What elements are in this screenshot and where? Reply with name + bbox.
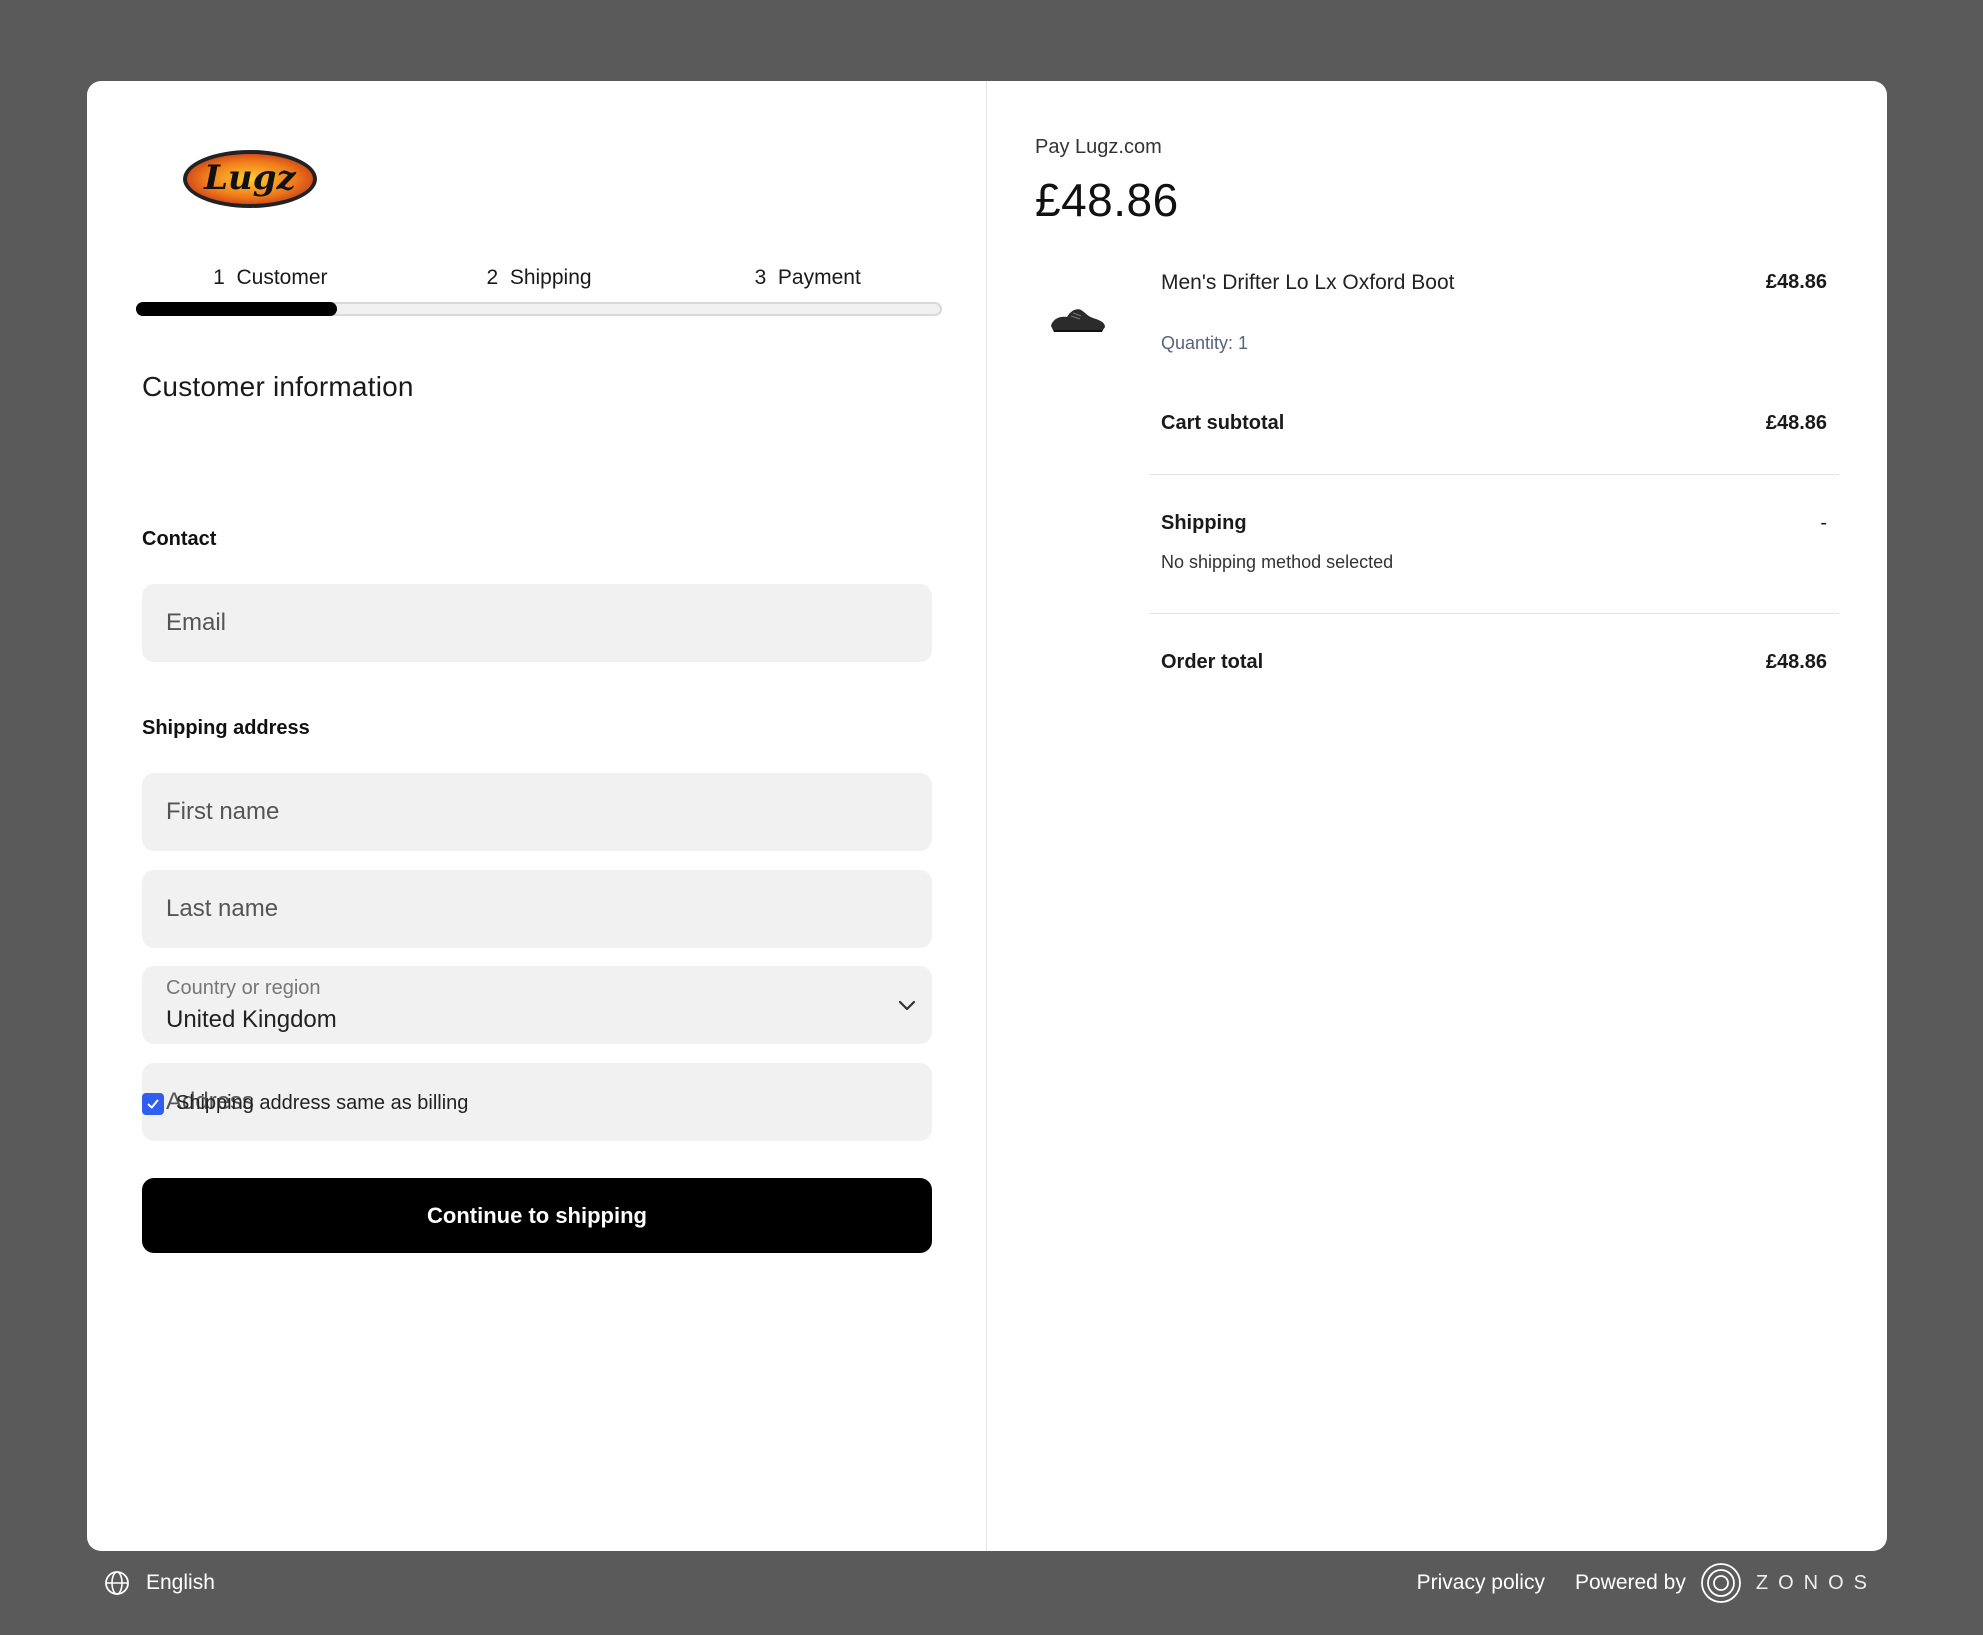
product-name: Men's Drifter Lo Lx Oxford Boot xyxy=(1161,271,1455,294)
last-name-placeholder: Last name xyxy=(166,895,279,922)
last-name-field[interactable]: Last name xyxy=(142,870,932,948)
svg-text:Lugz: Lugz xyxy=(203,158,296,198)
country-label: Country or region xyxy=(166,976,321,999)
total-label: Order total xyxy=(1161,651,1264,673)
same-as-billing-label: Shipping address same as billing xyxy=(176,1092,469,1114)
boot-product-image xyxy=(1051,309,1105,332)
step-customer[interactable]: 1 Customer xyxy=(136,266,405,294)
contact-label: Contact xyxy=(142,528,217,550)
divider xyxy=(1149,474,1839,475)
first-name-field[interactable]: First name xyxy=(142,773,932,851)
footer-links: Privacy policy Powered by ZONOS xyxy=(1417,1562,1877,1604)
product-price: £48.86 xyxy=(1765,271,1827,293)
language-label: English xyxy=(146,1571,215,1594)
product-row: Men's Drifter Lo Lx Oxford Boot £48.86 xyxy=(1161,271,1827,295)
shipping-label: Shipping xyxy=(1161,512,1247,534)
shipping-value: - xyxy=(1820,512,1827,534)
first-name-placeholder: First name xyxy=(166,798,280,825)
checkout-stepper: 1 Customer 2 Shipping 3 Payment xyxy=(136,266,942,316)
order-summary-panel: Pay Lugz.com £48.86 Men's Drifter Lo Lx … xyxy=(987,81,1887,1551)
customer-panel: Lugz 1 Customer 2 Shipping 3 Payment Cus… xyxy=(87,81,987,1551)
shipping-note: No shipping method selected xyxy=(1161,552,1394,572)
subtotal-value: £48.86 xyxy=(1765,412,1827,434)
checkout-card: Lugz 1 Customer 2 Shipping 3 Payment Cus… xyxy=(87,81,1887,1551)
check-icon xyxy=(147,1099,159,1108)
email-placeholder: Email xyxy=(166,609,227,636)
progress-bar xyxy=(136,302,942,316)
same-as-billing-checkbox[interactable] xyxy=(142,1092,164,1115)
email-field[interactable]: Email xyxy=(142,584,932,662)
product-quantity: Quantity: 1 xyxy=(1161,333,1249,353)
page-title: Customer information xyxy=(142,371,414,402)
subtotal-row: Cart subtotal £48.86 xyxy=(1161,412,1827,435)
zonos-logo-icon xyxy=(1700,1563,1741,1603)
language-selector[interactable]: English xyxy=(104,1565,215,1601)
lugz-logo: Lugz xyxy=(183,150,317,208)
privacy-policy-link[interactable]: Privacy policy xyxy=(1417,1571,1545,1595)
pay-amount: £48.86 xyxy=(1035,174,1179,226)
step-payment[interactable]: 3 Payment xyxy=(673,266,942,294)
subtotal-label: Cart subtotal xyxy=(1161,412,1285,434)
shipping-address-label: Shipping address xyxy=(142,717,310,739)
progress-fill xyxy=(136,302,337,316)
step-shipping[interactable]: 2 Shipping xyxy=(405,266,674,294)
zonos-wordmark: ZONOS xyxy=(1755,1571,1877,1594)
country-select[interactable]: Country or region United Kingdom xyxy=(142,966,932,1044)
continue-to-shipping-button[interactable]: Continue to shipping xyxy=(142,1178,932,1253)
total-row: Order total £48.86 xyxy=(1161,651,1827,674)
country-value: United Kingdom xyxy=(166,1005,337,1033)
total-value: £48.86 xyxy=(1765,651,1827,673)
same-as-billing-row: Shipping address same as billing xyxy=(142,1092,468,1115)
divider xyxy=(1149,613,1839,614)
shipping-row: Shipping - xyxy=(1161,512,1827,535)
powered-by: Powered by ZONOS xyxy=(1575,1562,1877,1604)
powered-by-label: Powered by xyxy=(1574,1571,1686,1594)
globe-icon xyxy=(105,1571,129,1595)
merchant-label: Pay Lugz.com xyxy=(1035,136,1162,158)
chevron-down-icon xyxy=(898,1000,916,1011)
